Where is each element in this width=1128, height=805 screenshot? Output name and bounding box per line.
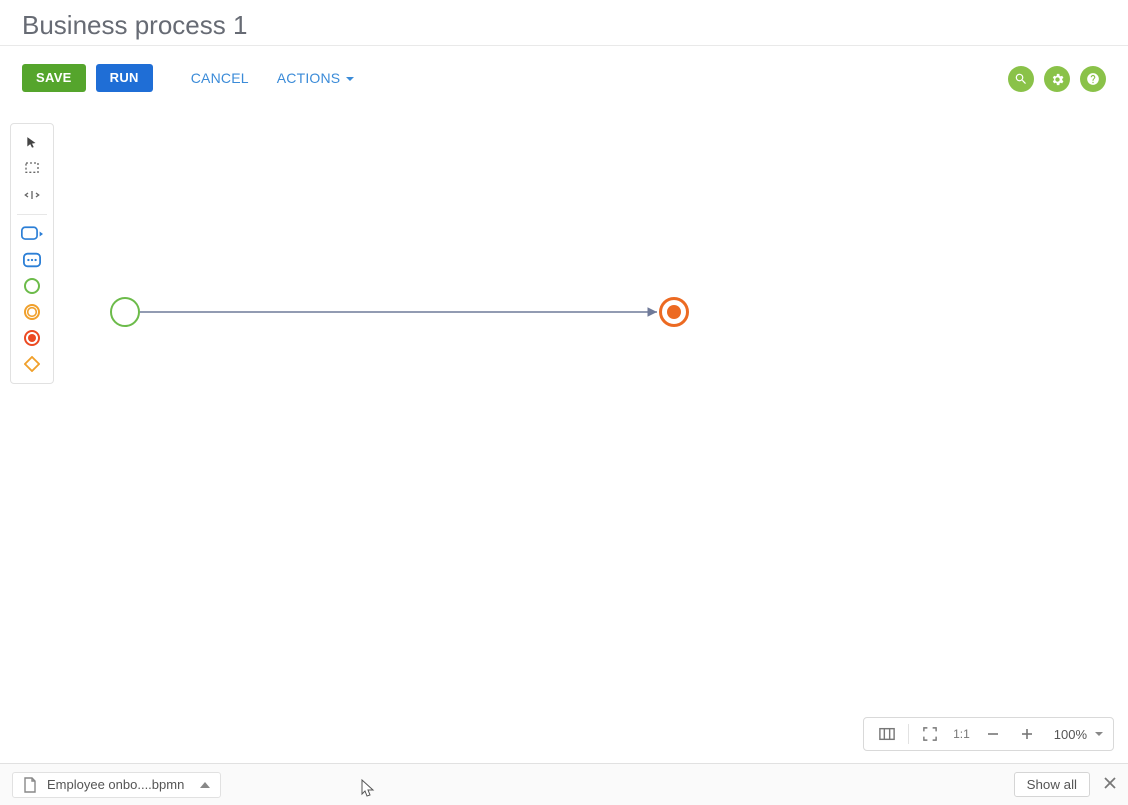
download-bar: Employee onbo....bpmn Show all [0, 763, 1128, 805]
sequence-flow[interactable] [0, 0, 1128, 805]
file-icon [23, 777, 37, 793]
download-filename: Employee onbo....bpmn [47, 777, 184, 792]
download-item[interactable]: Employee onbo....bpmn [12, 772, 221, 798]
show-all-downloads-button[interactable]: Show all [1014, 772, 1090, 797]
zoom-level[interactable]: 100% [1044, 727, 1093, 742]
view-controls: 1:1 100% [863, 717, 1114, 751]
zoom-out-button[interactable] [976, 717, 1010, 751]
start-event-node[interactable] [110, 297, 140, 327]
separator [908, 724, 909, 744]
zoom-dropdown-caret[interactable] [1095, 732, 1103, 740]
fit-to-screen-icon[interactable] [913, 717, 947, 751]
close-download-bar-icon[interactable] [1104, 777, 1116, 792]
reset-zoom-button[interactable]: 1:1 [947, 727, 976, 741]
minimap-icon[interactable] [870, 717, 904, 751]
zoom-in-button[interactable] [1010, 717, 1044, 751]
end-event-node[interactable] [659, 297, 689, 327]
chevron-up-icon[interactable] [200, 782, 210, 788]
